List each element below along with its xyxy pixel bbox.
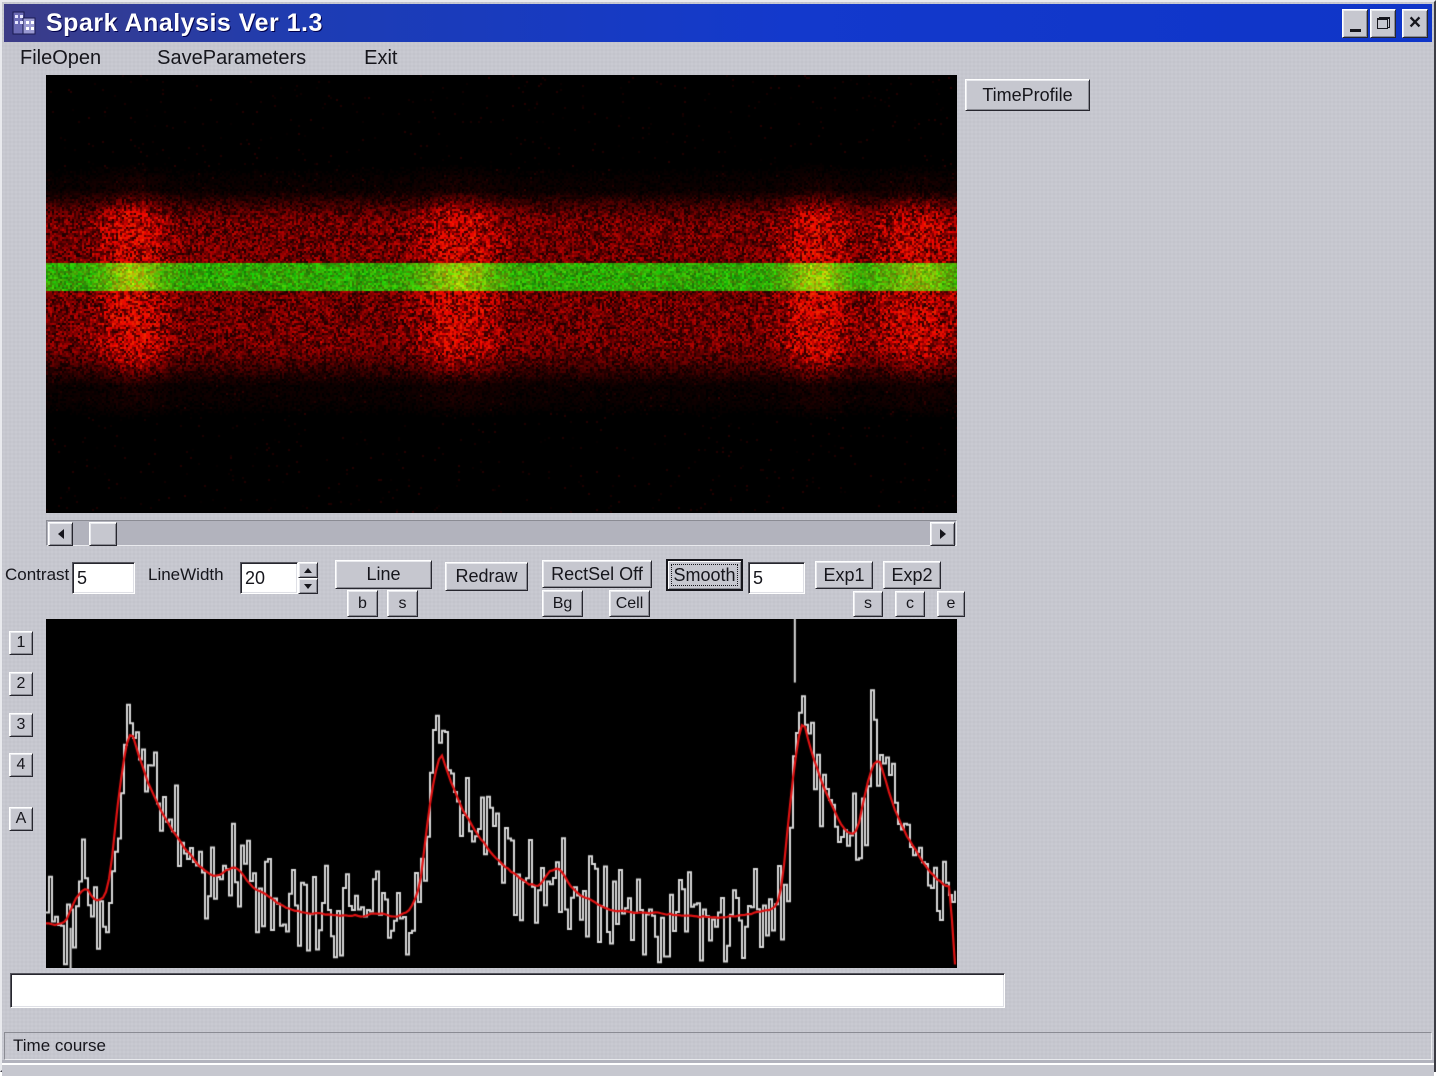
contrast-label: Contrast bbox=[5, 565, 69, 585]
smooth-button[interactable]: Smooth bbox=[666, 559, 743, 591]
restore-icon bbox=[1377, 17, 1390, 29]
trace-4-label: 4 bbox=[17, 756, 26, 774]
trace-1-label: 1 bbox=[17, 634, 26, 652]
minimize-icon bbox=[1350, 29, 1361, 32]
restore-button[interactable] bbox=[1370, 9, 1396, 38]
trace-3-button[interactable]: 3 bbox=[9, 713, 33, 737]
line-b-button[interactable]: b bbox=[347, 590, 378, 617]
trace-2-button[interactable]: 2 bbox=[9, 672, 33, 696]
close-button[interactable]: × bbox=[1402, 9, 1428, 38]
cell-label: Cell bbox=[616, 595, 644, 613]
trace-all-button[interactable]: A bbox=[9, 807, 33, 831]
trace-4-button[interactable]: 4 bbox=[9, 753, 33, 777]
linewidth-input[interactable] bbox=[240, 562, 298, 594]
time-course-plot[interactable] bbox=[46, 619, 957, 968]
exp-e-button[interactable]: e bbox=[937, 591, 965, 617]
line-b-label: b bbox=[358, 595, 367, 613]
menu-item-fileopen[interactable]: FileOpen bbox=[14, 45, 107, 72]
redraw-label: Redraw bbox=[455, 566, 517, 587]
rectsel-button[interactable]: RectSel Off bbox=[542, 560, 652, 588]
scrollbar-thumb[interactable] bbox=[89, 522, 117, 546]
app-window: Spark Analysis Ver 1.3 × FileOpen SavePa… bbox=[0, 0, 1436, 1072]
exp2-label: Exp2 bbox=[891, 565, 932, 586]
exp-s-button[interactable]: s bbox=[853, 591, 883, 617]
line-s-label: s bbox=[399, 595, 407, 613]
contrast-input[interactable] bbox=[72, 562, 135, 594]
trace-all-label: A bbox=[16, 810, 27, 828]
menu-item-exit[interactable]: Exit bbox=[358, 45, 403, 72]
bg-button[interactable]: Bg bbox=[542, 590, 583, 617]
line-s-button[interactable]: s bbox=[387, 590, 418, 617]
time-profile-label: TimeProfile bbox=[982, 85, 1072, 106]
scroll-left-button[interactable] bbox=[48, 522, 73, 546]
spinner-up-button[interactable] bbox=[298, 562, 318, 578]
status-bar: Time course bbox=[4, 1032, 1432, 1060]
spinner-down-button[interactable] bbox=[298, 578, 318, 594]
redraw-button[interactable]: Redraw bbox=[445, 562, 528, 591]
minimize-button[interactable] bbox=[1342, 9, 1368, 38]
scroll-right-button[interactable] bbox=[930, 522, 955, 546]
scroll-right-icon bbox=[940, 529, 951, 539]
menu-item-saveparameters[interactable]: SaveParameters bbox=[151, 45, 312, 72]
smooth-label: Smooth bbox=[671, 564, 738, 586]
time-profile-button[interactable]: TimeProfile bbox=[965, 79, 1090, 111]
menu-bar: FileOpen SaveParameters Exit bbox=[4, 42, 1432, 75]
exp-e-label: e bbox=[947, 595, 956, 613]
exp-c-button[interactable]: c bbox=[895, 591, 925, 617]
image-horizontal-scrollbar[interactable] bbox=[46, 520, 957, 546]
linewidth-label: LineWidth bbox=[148, 565, 224, 585]
exp-s-label: s bbox=[864, 595, 872, 613]
exp1-label: Exp1 bbox=[823, 565, 864, 586]
line-button[interactable]: Line bbox=[335, 560, 432, 589]
arrow-up-icon bbox=[304, 564, 312, 573]
taskbar-edge bbox=[2, 1063, 1434, 1076]
trace-1-button[interactable]: 1 bbox=[9, 631, 33, 655]
window-title: Spark Analysis Ver 1.3 bbox=[46, 9, 323, 38]
linescan-image-view[interactable] bbox=[46, 75, 957, 513]
message-box[interactable] bbox=[10, 973, 1005, 1008]
exp1-button[interactable]: Exp1 bbox=[815, 561, 873, 589]
exp-c-label: c bbox=[906, 595, 914, 613]
close-icon: × bbox=[1409, 12, 1421, 33]
cell-button[interactable]: Cell bbox=[609, 590, 650, 617]
smooth-input[interactable] bbox=[748, 562, 805, 594]
trace-2-label: 2 bbox=[17, 675, 26, 693]
scroll-left-icon bbox=[53, 529, 64, 539]
arrow-down-icon bbox=[304, 584, 312, 593]
linewidth-spinner bbox=[298, 562, 318, 594]
window-controls: × bbox=[1342, 9, 1428, 38]
rectsel-label: RectSel Off bbox=[551, 564, 643, 585]
exp2-button[interactable]: Exp2 bbox=[883, 561, 941, 589]
line-label: Line bbox=[366, 564, 400, 585]
app-icon bbox=[10, 8, 40, 38]
title-bar[interactable]: Spark Analysis Ver 1.3 × bbox=[4, 4, 1432, 42]
trace-3-label: 3 bbox=[17, 716, 26, 734]
status-text: Time course bbox=[13, 1036, 106, 1056]
bg-label: Bg bbox=[553, 595, 573, 613]
